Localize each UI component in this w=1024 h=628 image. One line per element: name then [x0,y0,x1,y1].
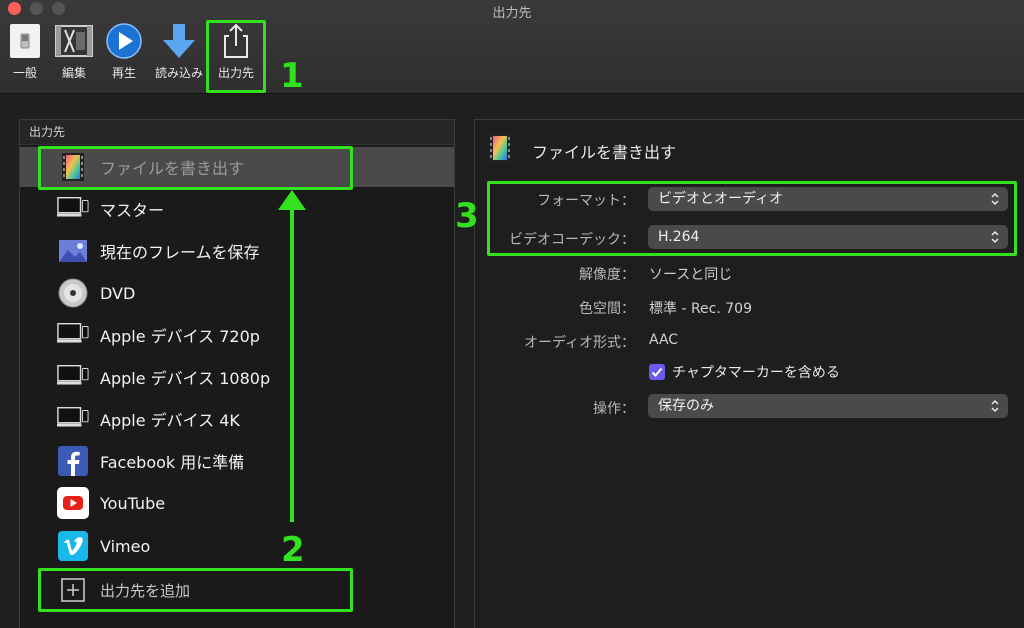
destination-item-label: DVD [100,283,136,303]
highlight-box-step1 [206,20,266,93]
destination-item-vimeo[interactable]: Vimeo [20,526,454,566]
computer-devices-icon [57,193,89,225]
audio-format-value: AAC [649,332,679,348]
toolbar-import-button[interactable]: 読み込み [150,22,208,81]
destinations-header: 出力先 [20,120,454,145]
facebook-icon [57,445,89,477]
film-icon [489,134,511,166]
toolbar-playback-button[interactable]: 再生 [99,22,149,81]
toolbar-edit-button[interactable]: 編集 [49,22,99,81]
destinations-list-panel: 出力先 ファイルを書き出す マスター 現在のフレームを保存 DVD Apple … [19,119,455,628]
youtube-icon [57,487,89,519]
destination-item-youtube[interactable]: YouTube [20,483,454,523]
film-strip-icon [55,25,93,57]
annotation-arrow-line [290,204,294,522]
step-number-1: 1 [280,56,304,96]
highlight-box-add-destination [38,568,353,612]
color-space-value: 標準 - Rec. 709 [649,301,752,317]
destination-item-apple-720p[interactable]: Apple デバイス 720p [20,315,454,355]
chapter-markers-label: チャプタマーカーを含める [672,365,840,381]
switch-icon [10,24,40,58]
destination-item-label: Apple デバイス 4K [100,411,240,430]
destination-item-facebook[interactable]: Facebook 用に準備 [20,441,454,481]
disc-icon [57,277,89,309]
computer-devices-icon [57,319,89,351]
destination-item-label: Apple デバイス 1080p [100,369,271,388]
resolution-value: ソースと同じ [649,267,733,283]
destination-item-dvd[interactable]: DVD [20,273,454,313]
destination-item-apple-4k[interactable]: Apple デバイス 4K [20,399,454,439]
destination-item-save-frame[interactable]: 現在のフレームを保存 [20,231,454,271]
checkmark-icon [651,367,663,377]
annotation-arrow-head-icon [278,190,306,210]
image-icon [57,235,89,267]
highlight-box-format-codec [487,181,1017,256]
window-title: 出力先 [492,6,532,21]
chevron-updown-icon [991,399,999,413]
action-select-value: 保存のみ [658,398,714,414]
toolbar: 出力先 一般 編集 再生 読み込み 出力先 [0,0,1024,94]
action-label: 操作： [593,401,635,417]
destination-item-label: Apple デバイス 720p [100,327,260,346]
download-arrow-icon [163,24,195,58]
toolbar-edit-label: 編集 [61,66,86,80]
destination-item-master[interactable]: マスター [20,189,454,229]
toolbar-playback-label: 再生 [111,66,136,80]
color-space-label: 色空間： [579,301,635,317]
destination-item-label: Facebook 用に準備 [100,453,245,472]
export-panel-title: ファイルを書き出す [532,143,677,162]
vimeo-icon [57,530,89,562]
destination-item-label: Vimeo [100,536,151,556]
toolbar-general-button[interactable]: 一般 [0,22,50,81]
computer-devices-icon [57,361,89,393]
destination-item-apple-1080p[interactable]: Apple デバイス 1080p [20,357,454,397]
computer-devices-icon [57,403,89,435]
toolbar-import-label: 読み込み [154,66,203,80]
step-number-3: 3 [455,196,479,236]
highlight-box-export-file [38,146,353,190]
destination-item-label: マスター [100,201,165,220]
chapter-markers-checkbox[interactable] [649,364,665,380]
step-number-2: 2 [281,530,305,570]
audio-format-label: オーディオ形式： [523,335,635,351]
destination-item-label: YouTube [100,493,166,513]
destination-item-label: 現在のフレームを保存 [100,243,260,262]
play-icon [106,23,142,59]
resolution-label: 解像度： [579,267,635,283]
action-select[interactable]: 保存のみ [648,394,1008,418]
toolbar-general-label: 一般 [12,66,37,80]
